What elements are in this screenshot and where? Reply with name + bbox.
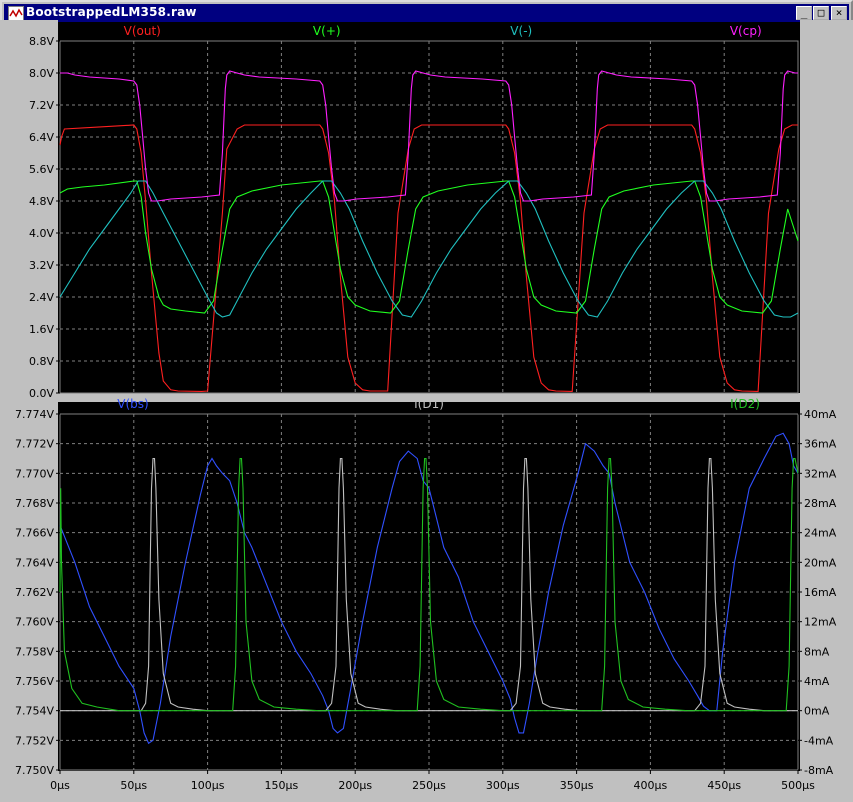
bottom-y-tick-label: 7.754V [15, 705, 54, 718]
top-y-tick-label: 6.4V [29, 131, 54, 144]
x-tick-label: 250µs [412, 779, 446, 792]
bottom-y2-tick-label: 40mA [804, 408, 837, 421]
legend-label: V(cp) [730, 24, 762, 38]
waveform-chart[interactable]: 0.0V 0.8V 1.6V 2.4V 3.2V 4.0V 4.8V 5.6V 6.4V 7.2V… [0, 0, 853, 802]
x-tick-label: 100µs [191, 779, 225, 792]
bottom-y2-tick-label: -8mA [804, 764, 834, 777]
bottom-y-tick-label: 7.752V [15, 734, 54, 747]
bottom-y2-tick-label: 20mA [804, 556, 837, 569]
x-tick-label: 350µs [560, 779, 594, 792]
bottom-y-tick-label: 7.772V [15, 438, 54, 451]
top-y-tick-label: 4.8V [29, 195, 54, 208]
top-y-tick-label: 1.6V [29, 323, 54, 336]
bottom-y-tick-label: 7.774V [15, 408, 54, 421]
x-tick-label: 0µs [50, 779, 70, 792]
top-y-tick-label: 2.4V [29, 291, 54, 304]
x-tick-label: 400µs [634, 779, 668, 792]
bottom-y-tick-label: 7.762V [15, 586, 54, 599]
bottom-y-tick-label: 7.760V [15, 616, 54, 629]
bottom-y-tick-label: 7.770V [15, 467, 54, 480]
top-y-tick-label: 5.6V [29, 163, 54, 176]
legend-label: I(D2) [730, 397, 760, 411]
bottom-y2-tick-label: 36mA [804, 438, 837, 451]
x-tick-label: 200µs [338, 779, 372, 792]
bottom-y2-tick-label: 32mA [804, 467, 837, 480]
bottom-y2-tick-label: 28mA [804, 497, 837, 510]
bottom-y2-tick-label: 24mA [804, 527, 837, 540]
top-y-tick-label: 8.0V [29, 67, 54, 80]
x-tick-label: 300µs [486, 779, 520, 792]
bottom-y2-tick-label: 16mA [804, 586, 837, 599]
top-y-tick-label: 0.8V [29, 355, 54, 368]
legend-label: I(D1) [414, 397, 444, 411]
bottom-y2-tick-label: 12mA [804, 616, 837, 629]
bottom-y2-tick-label: 8mA [804, 645, 830, 658]
x-tick-label: 500µs [781, 779, 815, 792]
bottom-y-tick-label: 7.758V [15, 645, 54, 658]
bottom-y-tick-label: 7.768V [15, 497, 54, 510]
bottom-y-tick-label: 7.766V [15, 527, 54, 540]
top-y-tick-label: 4.0V [29, 227, 54, 240]
bottom-y2-tick-label: 4mA [804, 675, 830, 688]
top-y-tick-label: 0.0V [29, 387, 54, 400]
bottom-y2-tick-label: -4mA [804, 734, 834, 747]
legend-label: V(+) [313, 24, 341, 38]
legend-label: V(-) [510, 24, 532, 38]
x-tick-label: 50µs [120, 779, 147, 792]
bottom-y-tick-label: 7.750V [15, 764, 54, 777]
bottom-y2-tick-label: 0mA [804, 705, 830, 718]
bottom-y-tick-label: 7.756V [15, 675, 54, 688]
legend-label: V(bs) [117, 397, 148, 411]
top-y-tick-label: 8.8V [29, 35, 54, 48]
x-tick-label: 450µs [707, 779, 741, 792]
x-tick-label: 150µs [265, 779, 299, 792]
bottom-y-tick-label: 7.764V [15, 556, 54, 569]
legend-label: V(out) [124, 24, 161, 38]
top-y-tick-label: 7.2V [29, 99, 54, 112]
top-y-tick-label: 3.2V [29, 259, 54, 272]
